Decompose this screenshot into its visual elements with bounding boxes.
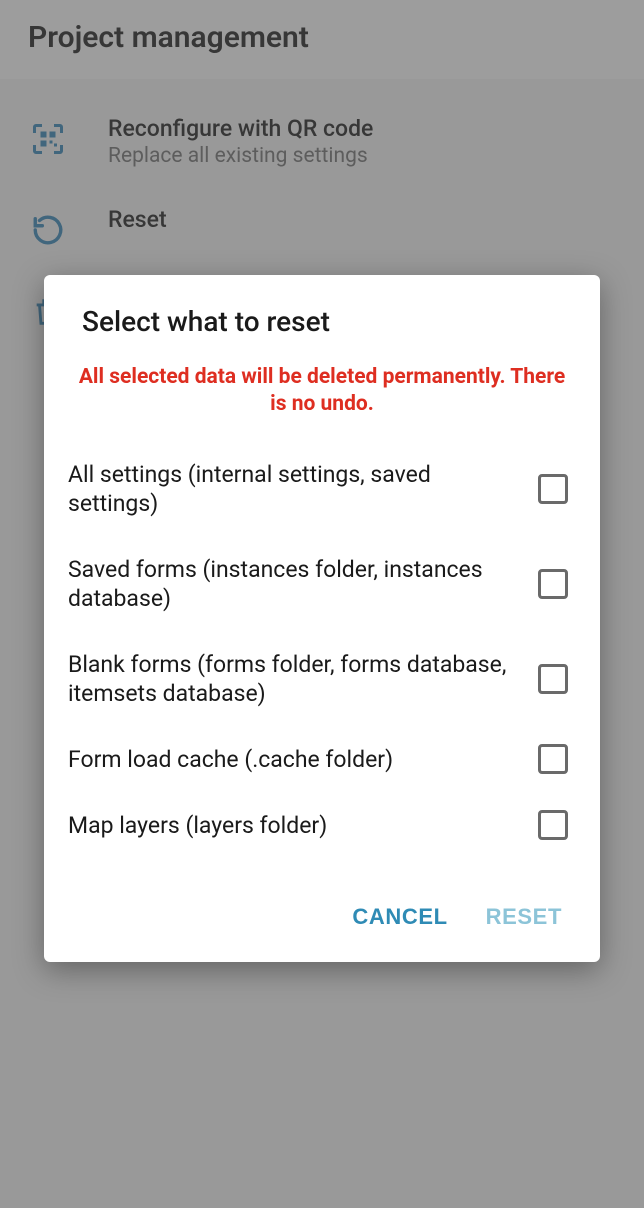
option-checkbox[interactable] <box>538 744 568 774</box>
option-label: Blank forms (forms folder, forms databas… <box>68 650 520 709</box>
option-all-settings[interactable]: All settings (internal settings, saved s… <box>68 444 576 539</box>
options-list: All settings (internal settings, saved s… <box>68 444 576 861</box>
option-saved-forms[interactable]: Saved forms (instances folder, instances… <box>68 539 576 634</box>
option-label: Form load cache (.cache folder) <box>68 745 520 774</box>
dialog-warning: All selected data will be deleted perman… <box>68 364 576 418</box>
option-label: All settings (internal settings, saved s… <box>68 460 520 519</box>
option-checkbox[interactable] <box>538 569 568 599</box>
dialog-title: Select what to reset <box>68 305 576 338</box>
option-map-layers[interactable]: Map layers (layers folder) <box>68 794 576 860</box>
option-blank-forms[interactable]: Blank forms (forms folder, forms databas… <box>68 634 576 729</box>
reset-button[interactable]: RESET <box>482 896 566 938</box>
option-checkbox[interactable] <box>538 474 568 504</box>
cancel-button[interactable]: CANCEL <box>348 896 451 938</box>
option-checkbox[interactable] <box>538 810 568 840</box>
option-form-load-cache[interactable]: Form load cache (.cache folder) <box>68 728 576 794</box>
option-checkbox[interactable] <box>538 664 568 694</box>
reset-dialog: Select what to reset All selected data w… <box>44 275 600 962</box>
option-label: Saved forms (instances folder, instances… <box>68 555 520 614</box>
dialog-actions: CANCEL RESET <box>68 896 576 938</box>
option-label: Map layers (layers folder) <box>68 811 520 840</box>
